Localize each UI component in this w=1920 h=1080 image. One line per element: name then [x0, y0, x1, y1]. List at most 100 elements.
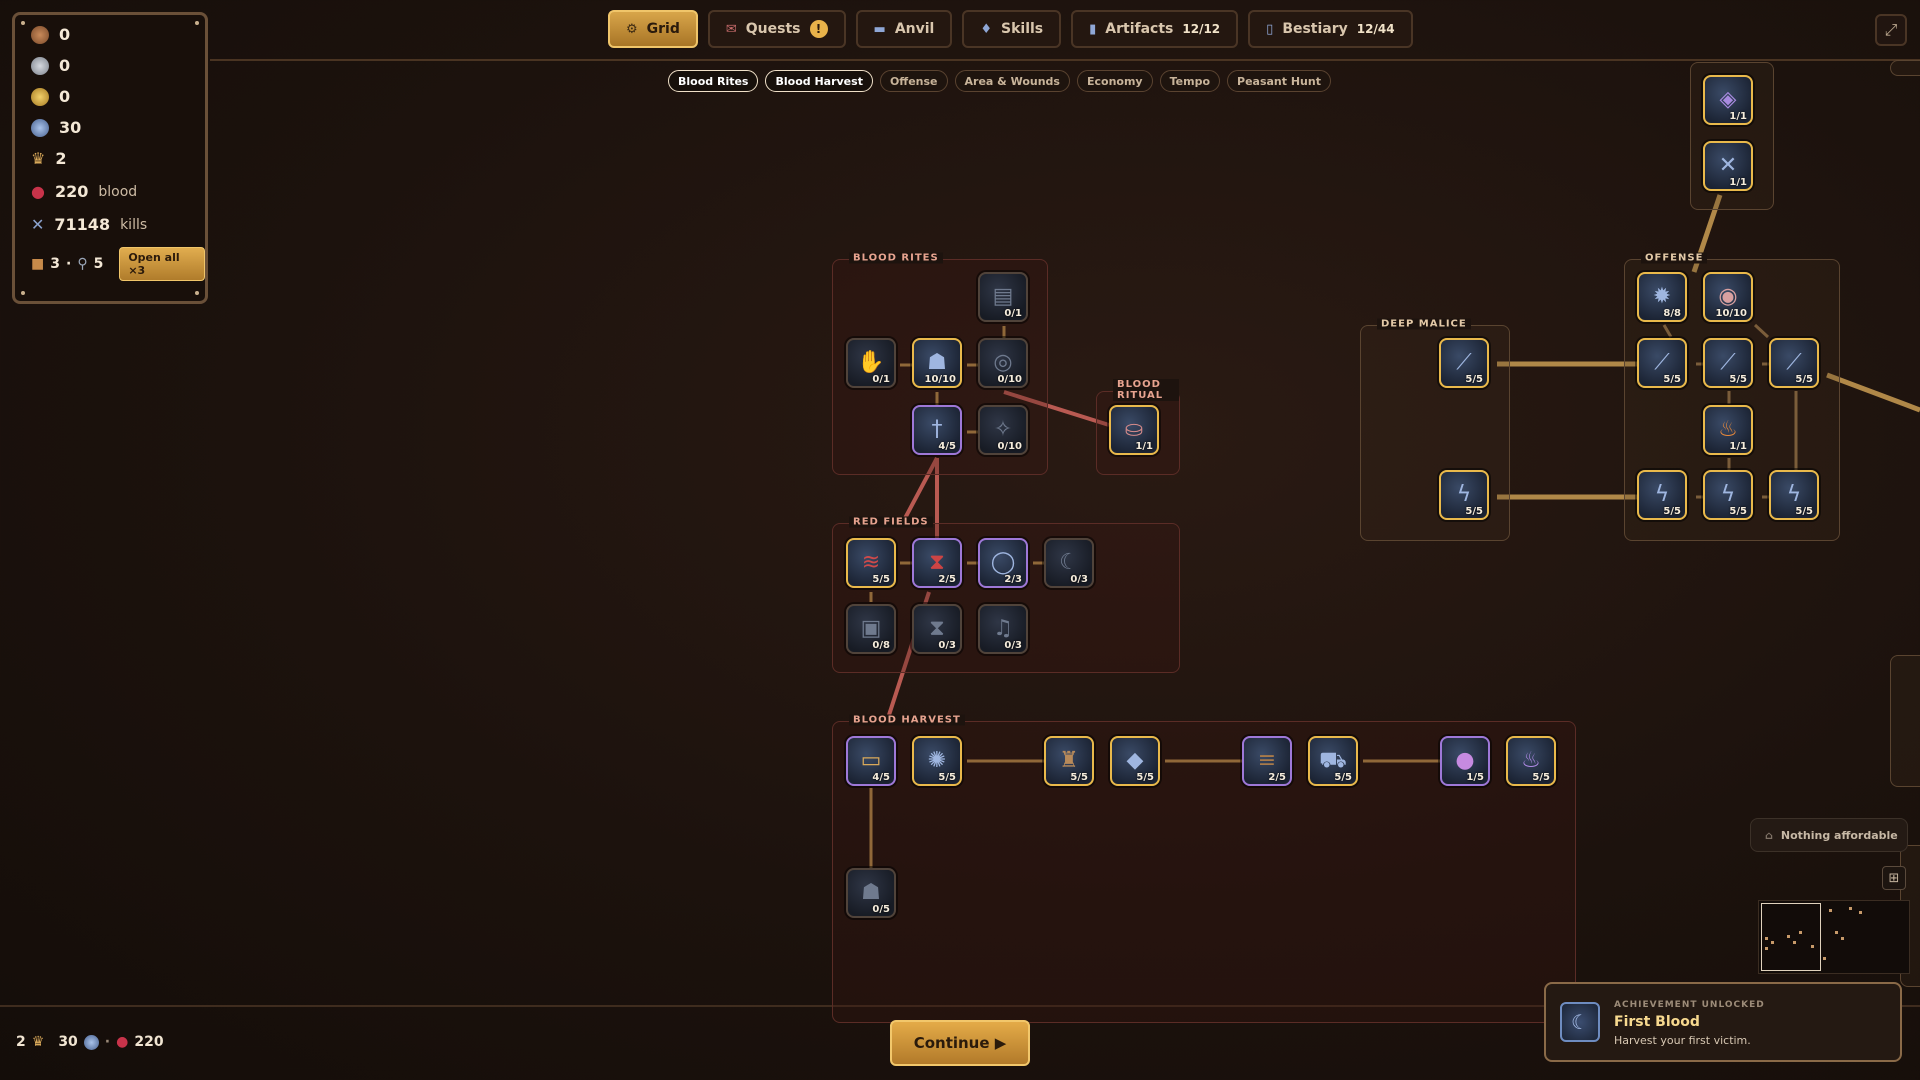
skill-node-ritual-altar[interactable]: ⛀ 1/1	[1109, 405, 1159, 455]
skill-node-vortex[interactable]: ◉ 10/10	[1703, 272, 1753, 322]
scythe-icon: ☾	[1560, 1002, 1600, 1042]
scythe-icon: ☾	[1059, 550, 1079, 575]
fangs-icon: ☗	[927, 350, 947, 375]
wing-icon: ≋	[861, 550, 881, 575]
minimap-dot	[1829, 909, 1832, 912]
minimap-dot	[1765, 947, 1768, 950]
rune-icon: ✧	[993, 417, 1013, 442]
offscreen-group-edge	[1890, 655, 1920, 787]
achievement-toast[interactable]: ☾ ACHIEVEMENT UNLOCKED First Blood Harve…	[1544, 982, 1902, 1062]
minimap-dot	[1765, 937, 1768, 940]
skill-node-claw-1[interactable]: ⟋ 5/5	[1637, 338, 1687, 388]
skill-node-malice-claw[interactable]: ⟋ 5/5	[1439, 338, 1489, 388]
crowns-value: 2	[16, 1034, 26, 1050]
minimap-dot	[1841, 937, 1844, 940]
skill-node-scroll[interactable]: ▤ 0/1	[978, 272, 1028, 322]
skill-node-bolt-2[interactable]: ϟ 5/5	[1703, 470, 1753, 520]
skill-node-sack[interactable]: ♜ 5/5	[1044, 736, 1094, 786]
gem-icon	[83, 1034, 99, 1050]
skill-node-hourglass[interactable]: ⧗ 0/3	[912, 604, 962, 654]
group-title: BLOOD HARVEST	[849, 714, 965, 726]
skill-node-crystal[interactable]: ◈ 1/1	[1703, 75, 1753, 125]
cart-icon: ⛟	[1319, 748, 1347, 773]
skill-node-scythe[interactable]: ☾ 0/3	[1044, 538, 1094, 588]
achievement-title: First Blood	[1614, 1014, 1700, 1030]
hooded-figure-icon: ☗	[861, 880, 881, 905]
burst-icon: ✺	[927, 748, 947, 773]
hourglass-icon: ⧗	[929, 616, 945, 641]
minimap-dot	[1859, 911, 1862, 914]
skill-node-crossed-blades[interactable]: ✕ 1/1	[1703, 141, 1753, 191]
bottom-stats: 2 ♛ 30 · ● 220	[16, 1034, 164, 1050]
dagger-icon: †	[931, 417, 943, 442]
chest-icon: ▭	[860, 748, 882, 773]
blood-value: 220	[134, 1034, 164, 1050]
skill-node-rune[interactable]: ✧ 0/10	[978, 405, 1028, 455]
group-title: OFFENSE	[1641, 252, 1708, 264]
achievement-description: Harvest your first victim.	[1614, 1034, 1751, 1047]
portal-icon: ◯	[990, 550, 1016, 575]
minimap-dot	[1823, 957, 1826, 960]
group-title: BLOOD RITES	[849, 252, 943, 264]
minimap-dot	[1811, 945, 1814, 948]
minimap-viewport	[1761, 903, 1821, 971]
skill-node-claw-2[interactable]: ⟋ 5/5	[1703, 338, 1753, 388]
minimap-toggle-button[interactable]: ⊞	[1882, 866, 1906, 890]
skill-node-maw[interactable]: ☗ 10/10	[912, 338, 962, 388]
vortex-icon: ◉	[1718, 284, 1738, 309]
skill-node-logs[interactable]: ≡ 2/5	[1242, 736, 1292, 786]
minimap-dot	[1793, 941, 1796, 944]
skill-node-blood-hourglass[interactable]: ⧗ 2/5	[912, 538, 962, 588]
claw-icon: ⟋	[1456, 350, 1472, 375]
scroll-icon: ▤	[992, 284, 1014, 309]
crystal-icon: ◈	[1719, 87, 1737, 112]
group-title: DEEP MALICE	[1377, 318, 1471, 330]
skill-node-ore[interactable]: ◆ 5/5	[1110, 736, 1160, 786]
skill-node-malice-bolt[interactable]: ϟ 5/5	[1439, 470, 1489, 520]
target-icon: ◎	[993, 350, 1013, 375]
skill-node-bolt-1[interactable]: ϟ 5/5	[1637, 470, 1687, 520]
crossed-swords-icon: ✕	[1718, 153, 1738, 178]
skill-node-red-wing[interactable]: ≋ 5/5	[846, 538, 896, 588]
minimap[interactable]	[1758, 900, 1910, 974]
skill-node-burst[interactable]: ✺ 5/5	[912, 736, 962, 786]
group-title: BLOOD RITUAL	[1113, 379, 1179, 401]
grid-icon: ⊞	[1888, 870, 1900, 886]
orb-icon: ●	[1455, 748, 1475, 773]
skill-node-chest[interactable]: ▭ 4/5	[846, 736, 896, 786]
skill-node-bolt-3[interactable]: ϟ 5/5	[1769, 470, 1819, 520]
skill-node-target[interactable]: ◎ 0/10	[978, 338, 1028, 388]
gems-value: 30	[58, 1034, 78, 1050]
lightning-icon: ϟ	[1786, 482, 1802, 507]
blood-drop-icon: ●	[116, 1034, 129, 1050]
claw-icon: ⟋	[1786, 350, 1802, 375]
achievement-kicker: ACHIEVEMENT UNLOCKED	[1614, 1000, 1765, 1010]
nothing-affordable-indicator: ⌂ Nothing affordable	[1750, 818, 1908, 852]
minimap-dot	[1787, 935, 1790, 938]
logs-icon: ≡	[1257, 748, 1277, 773]
skill-node-orb[interactable]: ● 1/5	[1440, 736, 1490, 786]
sack-icon: ♜	[1059, 748, 1079, 773]
bell-icon: ♫	[993, 616, 1013, 641]
nothing-affordable-label: Nothing affordable	[1780, 828, 1898, 842]
continue-button[interactable]: Continue ▶	[890, 1020, 1030, 1066]
claw-icon: ⟋	[1654, 350, 1670, 375]
handshake-icon: ✋	[857, 350, 885, 375]
hourglass-icon: ⧗	[929, 550, 945, 575]
skill-node-pact[interactable]: ✋ 0/1	[846, 338, 896, 388]
skill-node-portal[interactable]: ◯ 2/3	[978, 538, 1028, 588]
skill-node-claw-3[interactable]: ⟋ 5/5	[1769, 338, 1819, 388]
skill-node-blade[interactable]: † 4/5	[912, 405, 962, 455]
crown-icon: ♛	[31, 1034, 45, 1050]
claw-icon: ⟋	[1720, 350, 1736, 375]
skill-node-fire[interactable]: ♨ 1/1	[1703, 405, 1753, 455]
skill-node-thief[interactable]: ☗ 0/5	[846, 868, 896, 918]
skill-node-bell[interactable]: ♫ 0/3	[978, 604, 1028, 654]
minimap-dot	[1835, 931, 1838, 934]
skill-node-flask[interactable]: ♨ 5/5	[1506, 736, 1556, 786]
tome-icon: ▣	[860, 616, 882, 641]
lock-icon: ⌂	[1765, 828, 1773, 842]
skill-node-tome[interactable]: ▣ 0/8	[846, 604, 896, 654]
skill-node-spiked[interactable]: ✹ 8/8	[1637, 272, 1687, 322]
skill-node-cart[interactable]: ⛟ 5/5	[1308, 736, 1358, 786]
